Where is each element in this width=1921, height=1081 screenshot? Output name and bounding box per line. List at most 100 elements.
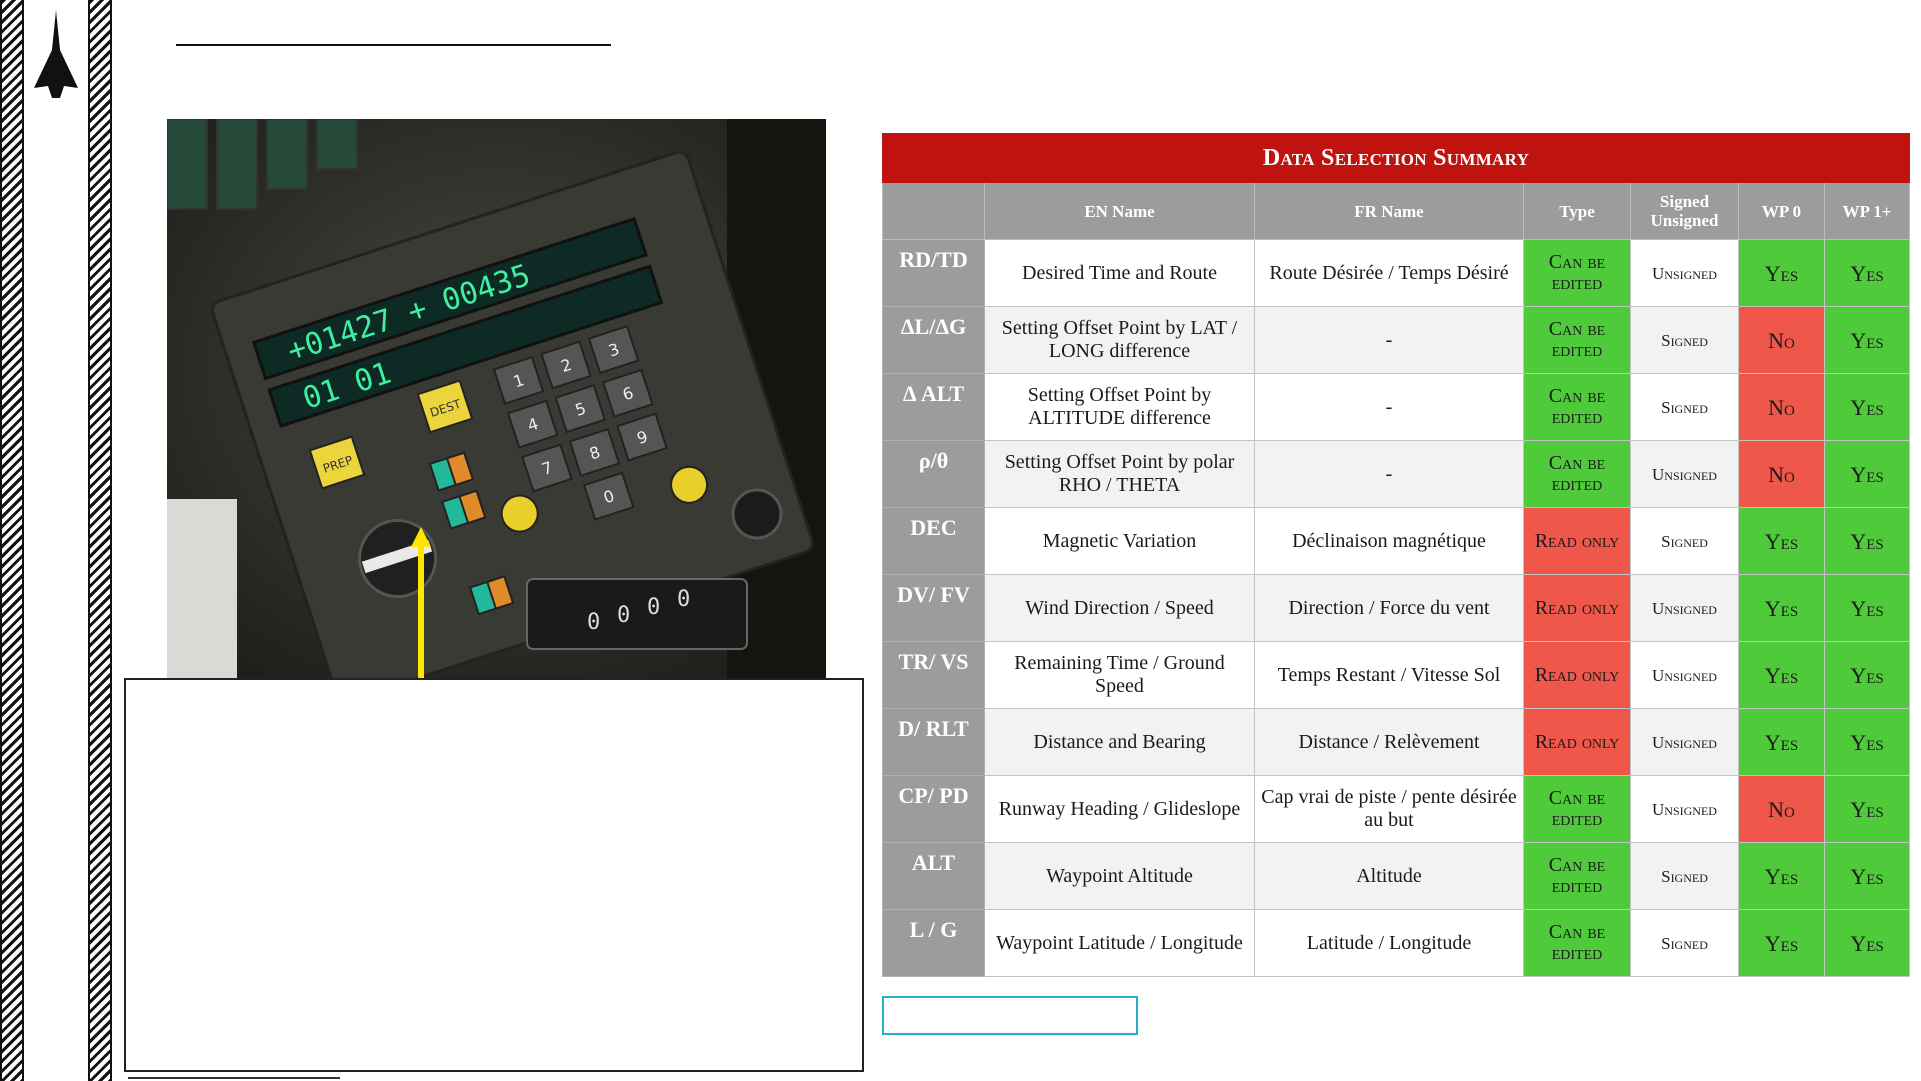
row-code: D/ RLT	[882, 708, 985, 776]
row-signed: Unsigned	[1630, 574, 1739, 642]
row-fr-name: -	[1254, 373, 1524, 441]
bottom-rule	[128, 1077, 340, 1079]
pcn-panel-image: +01427 + 00435 01 01 PREP DEST 1 2 3 4 5…	[167, 119, 826, 679]
row-wp0: Yes	[1738, 239, 1825, 307]
row-type: Can be edited	[1523, 775, 1631, 843]
row-code: ρ/θ	[882, 440, 985, 508]
title-underline	[176, 44, 611, 46]
row-wp1: Yes	[1823, 239, 1911, 307]
row-type: Can be edited	[1523, 440, 1631, 508]
table-row: L / G Waypoint Latitude / Longitude Lati…	[882, 909, 1911, 977]
col-header-fr-name: FR Name	[1254, 182, 1524, 240]
row-fr-name: -	[1254, 306, 1524, 374]
row-signed: Unsigned	[1630, 775, 1739, 843]
table-row: D/ RLT Distance and Bearing Distance / R…	[882, 708, 1911, 776]
table-row: DV/ FV Wind Direction / Speed Direction …	[882, 574, 1911, 642]
row-fr-name: Latitude / Longitude	[1254, 909, 1524, 977]
row-code: DEC	[882, 507, 985, 575]
sect-knob[interactable]	[731, 488, 783, 540]
counter-digit-4: 0	[677, 587, 690, 612]
table-row: RD/TD Desired Time and Route Route Désir…	[882, 239, 1911, 307]
col-header-code	[882, 182, 985, 240]
row-fr-name: Direction / Force du vent	[1254, 574, 1524, 642]
table-row: TR/ VS Remaining Time / Ground Speed Tem…	[882, 641, 1911, 709]
table-row: ρ/θ Setting Offset Point by polar RHO / …	[882, 440, 1911, 508]
col-header-wp1: WP 1+	[1823, 182, 1911, 240]
table-row: ΔL/ΔG Setting Offset Point by LAT / LONG…	[882, 306, 1911, 374]
row-wp0: Yes	[1738, 574, 1825, 642]
row-wp0: Yes	[1738, 507, 1825, 575]
data-selection-summary-table: Data Selection Summary EN Name FR Name T…	[881, 133, 1911, 977]
row-code: DV/ FV	[882, 574, 985, 642]
row-type: Can be edited	[1523, 239, 1631, 307]
col-header-wp0: WP 0	[1738, 182, 1825, 240]
row-fr-name: Route Désirée / Temps Désiré	[1254, 239, 1524, 307]
row-type: Can be edited	[1523, 373, 1631, 441]
row-en-name: Setting Offset Point by LAT / LONG diffe…	[984, 306, 1255, 374]
row-code: Δ ALT	[882, 373, 985, 441]
row-wp0: Yes	[1738, 641, 1825, 709]
counter-digit-1: 0	[587, 610, 600, 635]
row-signed: Unsigned	[1630, 641, 1739, 709]
row-wp0: Yes	[1738, 842, 1825, 910]
left-hatched-rail	[0, 0, 24, 1081]
table-row: ALT Waypoint Altitude Altitude Can be ed…	[882, 842, 1911, 910]
row-wp0: No	[1738, 373, 1825, 441]
row-fr-name: Temps Restant / Vitesse Sol	[1254, 641, 1524, 709]
row-wp1: Yes	[1823, 641, 1911, 709]
row-wp1: Yes	[1823, 440, 1911, 508]
row-en-name: Remaining Time / Ground Speed	[984, 641, 1255, 709]
description-text-box	[124, 678, 864, 1072]
row-wp0: Yes	[1738, 909, 1825, 977]
row-wp1: Yes	[1823, 306, 1911, 374]
col-header-signed: Signed Unsigned	[1630, 182, 1739, 240]
row-code: ALT	[882, 842, 985, 910]
row-fr-name: Altitude	[1254, 842, 1524, 910]
row-wp1: Yes	[1823, 775, 1911, 843]
row-wp0: No	[1738, 306, 1825, 374]
row-code: TR/ VS	[882, 641, 985, 709]
table-row: CP/ PD Runway Heading / Glideslope Cap v…	[882, 775, 1911, 843]
col-header-type: Type	[1523, 182, 1631, 240]
empty-link-box[interactable]	[882, 996, 1138, 1035]
counter-digit-2: 0	[617, 603, 630, 628]
col-header-en-name: EN Name	[984, 182, 1255, 240]
row-wp1: Yes	[1823, 708, 1911, 776]
row-wp1: Yes	[1823, 574, 1911, 642]
row-en-name: Waypoint Altitude	[984, 842, 1255, 910]
table-title: Data Selection Summary	[881, 133, 1911, 183]
row-code: L / G	[882, 909, 985, 977]
row-signed: Signed	[1630, 842, 1739, 910]
row-en-name: Setting Offset Point by ALTITUDE differe…	[984, 373, 1255, 441]
row-en-name: Desired Time and Route	[984, 239, 1255, 307]
row-code: CP/ PD	[882, 775, 985, 843]
row-wp0: Yes	[1738, 708, 1825, 776]
row-fr-name: Cap vrai de piste / pente désirée au but	[1254, 775, 1524, 843]
row-type: Can be edited	[1523, 842, 1631, 910]
row-signed: Signed	[1630, 373, 1739, 441]
row-code: ΔL/ΔG	[882, 306, 985, 374]
row-signed: Signed	[1630, 507, 1739, 575]
row-en-name: Setting Offset Point by polar RHO / THET…	[984, 440, 1255, 508]
row-type: Read only	[1523, 574, 1631, 642]
row-wp0: No	[1738, 775, 1825, 843]
row-en-name: Waypoint Latitude / Longitude	[984, 909, 1255, 977]
delta-wing-jet-icon	[34, 10, 78, 98]
right-hatched-rail	[88, 0, 112, 1081]
row-fr-name: Distance / Relèvement	[1254, 708, 1524, 776]
row-signed: Unsigned	[1630, 440, 1739, 508]
row-signed: Unsigned	[1630, 708, 1739, 776]
row-wp1: Yes	[1823, 507, 1911, 575]
row-wp1: Yes	[1823, 373, 1911, 441]
row-wp1: Yes	[1823, 909, 1911, 977]
row-en-name: Runway Heading / Glideslope	[984, 775, 1255, 843]
row-wp0: No	[1738, 440, 1825, 508]
row-type: Read only	[1523, 641, 1631, 709]
counter-digit-3: 0	[647, 595, 660, 620]
row-type: Read only	[1523, 507, 1631, 575]
table-row: DEC Magnetic Variation Déclinaison magné…	[882, 507, 1911, 575]
row-fr-name: -	[1254, 440, 1524, 508]
row-en-name: Magnetic Variation	[984, 507, 1255, 575]
row-fr-name: Déclinaison magnétique	[1254, 507, 1524, 575]
row-code: RD/TD	[882, 239, 985, 307]
